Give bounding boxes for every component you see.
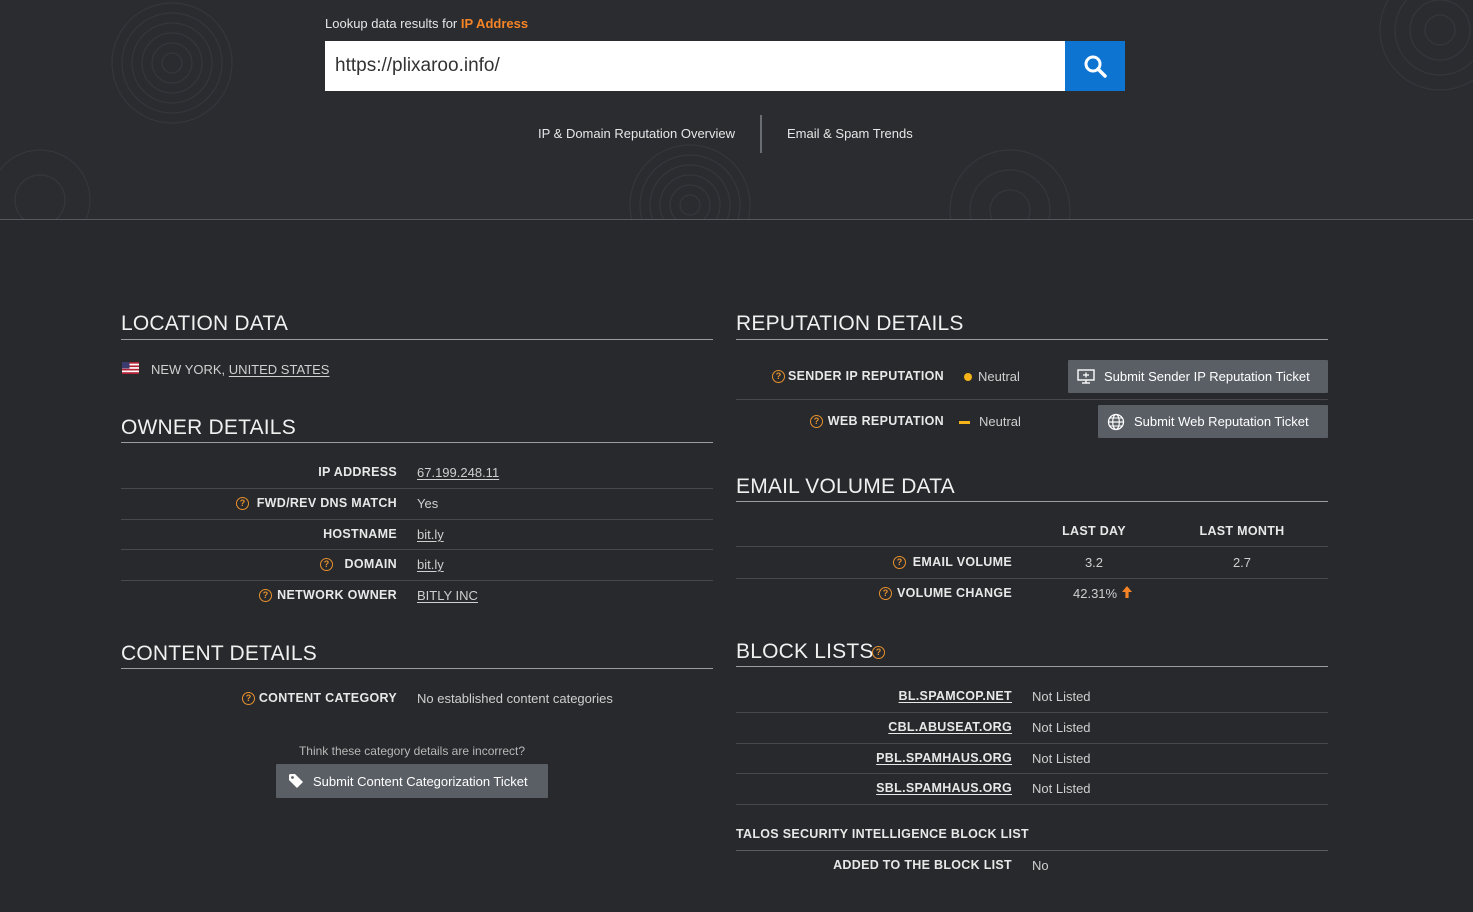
reputation-title: REPUTATION DETAILS — [736, 312, 964, 335]
nav-divider — [760, 115, 762, 153]
sender-reputation-label: SENDER IP REPUTATION — [787, 369, 944, 383]
content-rule — [121, 668, 713, 669]
email-volume-label: EMAIL VOLUME — [912, 555, 1012, 569]
location-title: LOCATION DATA — [121, 312, 289, 335]
row-divider — [736, 546, 1328, 547]
reputation-rule — [736, 339, 1328, 340]
help-icon[interactable]: ? — [872, 646, 885, 659]
submit-sender-ticket-button[interactable]: Submit Sender IP Reputation Ticket — [1068, 360, 1328, 393]
hero-nav: IP & Domain Reputation Overview Email & … — [0, 115, 1473, 153]
neutral-status-dot — [964, 373, 972, 381]
added-block-list-value: No — [1032, 858, 1049, 873]
search-input[interactable] — [325, 41, 1065, 91]
blocklist-name-link[interactable]: SBL.SPAMHAUS.ORG — [736, 781, 1012, 795]
row-divider — [736, 712, 1328, 713]
owner-ip-value[interactable]: 67.199.248.11 — [417, 465, 499, 480]
row-divider — [736, 578, 1328, 579]
submit-web-ticket-button[interactable]: Submit Web Reputation Ticket — [1098, 405, 1328, 438]
row-divider — [121, 549, 713, 550]
globe-icon — [1107, 413, 1125, 430]
submit-content-ticket-button[interactable]: Submit Content Categorization Ticket — [276, 764, 548, 798]
row-divider — [736, 773, 1328, 774]
blocklist-status: Not Listed — [1032, 751, 1091, 766]
blocklist-name-link[interactable]: BL.SPAMCOP.NET — [736, 689, 1012, 703]
talos-block-list-title: TALOS SECURITY INTELLIGENCE BLOCK LIST — [736, 827, 1029, 841]
blocklist-status: Not Listed — [1032, 689, 1091, 704]
search-bar — [325, 41, 1125, 91]
lookup-prefix: Lookup data results for — [325, 16, 458, 31]
owner-dns-label: FWD/REV DNS MATCH — [256, 496, 397, 510]
volume-change-label: VOLUME CHANGE — [896, 586, 1012, 600]
owner-domain-label: DOMAIN — [344, 557, 397, 571]
owner-title: OWNER DETAILS — [121, 416, 296, 439]
us-flag-icon — [122, 362, 139, 374]
row-divider — [736, 804, 1328, 805]
col-last-month: LAST MONTH — [1199, 524, 1285, 538]
blocklist-status: Not Listed — [1032, 781, 1091, 796]
search-button[interactable] — [1065, 41, 1125, 91]
blocklist-name-link[interactable]: PBL.SPAMHAUS.ORG — [736, 751, 1012, 765]
content-incorrect-prompt: Think these category details are incorre… — [298, 744, 526, 758]
block-lists-rule — [736, 666, 1328, 667]
row-divider — [736, 850, 1328, 851]
owner-hostname-label: HOSTNAME — [323, 527, 397, 541]
content-category-value: No established content categories — [417, 691, 613, 706]
location-rule — [121, 339, 713, 340]
submit-web-ticket-label: Submit Web Reputation Ticket — [1134, 414, 1309, 429]
arrow-up-icon — [1122, 586, 1132, 598]
neutral-status-dash — [959, 421, 970, 424]
tag-icon — [289, 774, 303, 788]
row-divider — [736, 743, 1328, 744]
blocklist-name-link[interactable]: CBL.ABUSEAT.ORG — [736, 720, 1012, 734]
added-block-list-label: ADDED TO THE BLOCK LIST — [833, 858, 1012, 872]
blocklist-status: Not Listed — [1032, 720, 1091, 735]
volume-change-value: 42.31% — [1073, 586, 1118, 601]
hero-banner: Lookup data results for IP Address IP & … — [0, 0, 1473, 220]
monitor-icon — [1077, 369, 1095, 384]
owner-network-label: NETWORK OWNER — [277, 588, 397, 602]
web-reputation-value: Neutral — [979, 414, 1021, 429]
submit-content-ticket-label: Submit Content Categorization Ticket — [313, 773, 528, 789]
lookup-label: Lookup data results for IP Address — [325, 16, 528, 31]
email-volume-title: EMAIL VOLUME DATA — [736, 475, 955, 498]
nav-overview-link[interactable]: IP & Domain Reputation Overview — [538, 126, 735, 141]
content-title: CONTENT DETAILS — [121, 642, 317, 665]
owner-hostname-value[interactable]: bit.ly — [417, 527, 444, 542]
owner-domain-value[interactable]: bit.ly — [417, 557, 444, 572]
location-city: NEW YORK, — [151, 362, 226, 377]
owner-rule — [121, 442, 713, 443]
row-divider — [121, 580, 713, 581]
submit-sender-ticket-label: Submit Sender IP Reputation Ticket — [1104, 369, 1310, 384]
location-country-link[interactable]: UNITED STATES — [229, 362, 330, 377]
col-last-day: LAST DAY — [1062, 524, 1126, 538]
location-text: NEW YORK, UNITED STATES — [151, 362, 329, 377]
search-icon — [1084, 55, 1107, 78]
row-divider — [121, 488, 713, 489]
block-lists-title: BLOCK LISTS — [736, 640, 874, 663]
web-reputation-label: WEB REPUTATION — [827, 414, 944, 428]
background-rings — [0, 0, 1473, 219]
nav-trends-link[interactable]: Email & Spam Trends — [787, 126, 913, 141]
email-volume-month: 2.7 — [1232, 555, 1252, 570]
content-category-label: CONTENT CATEGORY — [258, 691, 397, 705]
sender-reputation-value: Neutral — [978, 369, 1020, 384]
email-volume-day: 3.2 — [1084, 555, 1104, 570]
owner-ip-label: IP ADDRESS — [318, 465, 397, 479]
lookup-type: IP Address — [460, 16, 529, 31]
email-volume-rule — [736, 501, 1328, 502]
owner-network-value[interactable]: BITLY INC — [417, 588, 478, 603]
owner-dns-value: Yes — [417, 496, 439, 511]
row-divider — [121, 519, 713, 520]
row-divider — [736, 399, 1328, 400]
